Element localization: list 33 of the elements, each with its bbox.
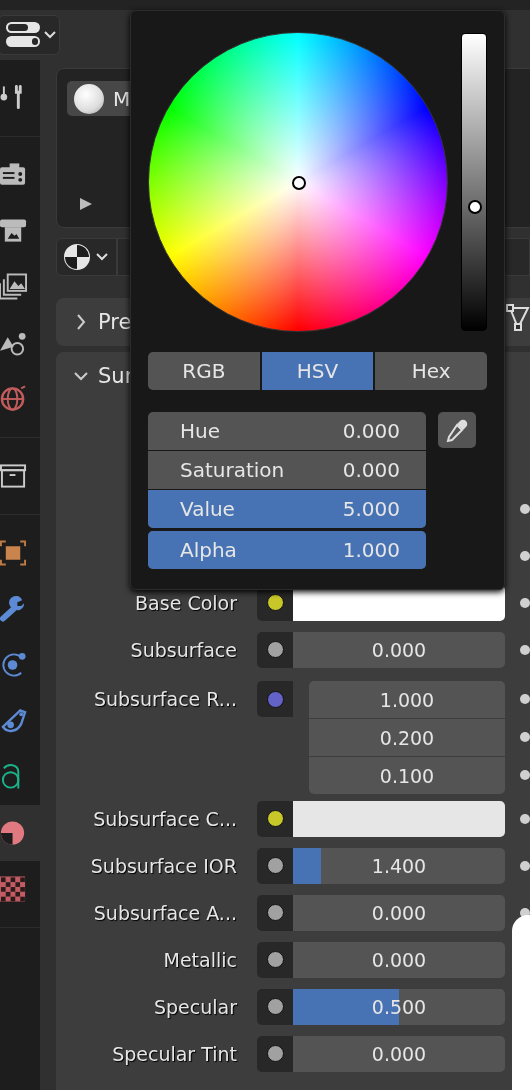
- property-label: Specular: [152, 995, 238, 1018]
- number-field[interactable]: Alpha 1.000: [148, 531, 426, 569]
- property-label: Base Color: [134, 591, 238, 614]
- mode-tab[interactable]: Hex: [375, 352, 487, 390]
- field-label: Alpha: [180, 538, 237, 562]
- field-value: 5.000: [342, 497, 400, 521]
- field-label: Hue: [180, 419, 221, 443]
- property-label: Subsurface: [129, 638, 238, 661]
- number-field[interactable]: Value 5.000: [148, 490, 426, 528]
- number-field[interactable]: 0.200: [309, 719, 505, 756]
- property-label: Subsurface R...: [92, 687, 238, 712]
- field-label: Saturation: [180, 458, 285, 482]
- number-field[interactable]: 0.100: [309, 757, 505, 794]
- number-field[interactable]: 0.000: [293, 894, 505, 931]
- mode-tab[interactable]: HSV: [261, 352, 374, 390]
- property-label: Specular Tint: [111, 1042, 238, 1065]
- field-value: 0.000: [342, 419, 400, 443]
- property-label: Subsurface C...: [92, 807, 238, 830]
- number-field[interactable]: Hue 0.000: [148, 412, 426, 450]
- property-label: Metallic: [162, 948, 238, 971]
- number-field[interactable]: 1.400: [293, 847, 505, 884]
- property-label: Subsurface IOR: [89, 854, 238, 877]
- number-field[interactable]: 0.000: [293, 1035, 505, 1072]
- mode-tab[interactable]: RGB: [148, 352, 260, 390]
- number-field[interactable]: 0.000: [293, 631, 505, 668]
- field-value: 0.000: [342, 458, 400, 482]
- number-field[interactable]: 0.500: [293, 988, 505, 1025]
- number-field[interactable]: 0.000: [293, 941, 505, 978]
- number-field[interactable]: Saturation 0.000: [148, 451, 426, 489]
- field-value: 1.000: [342, 538, 400, 562]
- field-label: Value: [180, 497, 235, 521]
- property-label: Subsurface A...: [92, 901, 238, 924]
- number-field[interactable]: 1.000: [309, 681, 505, 718]
